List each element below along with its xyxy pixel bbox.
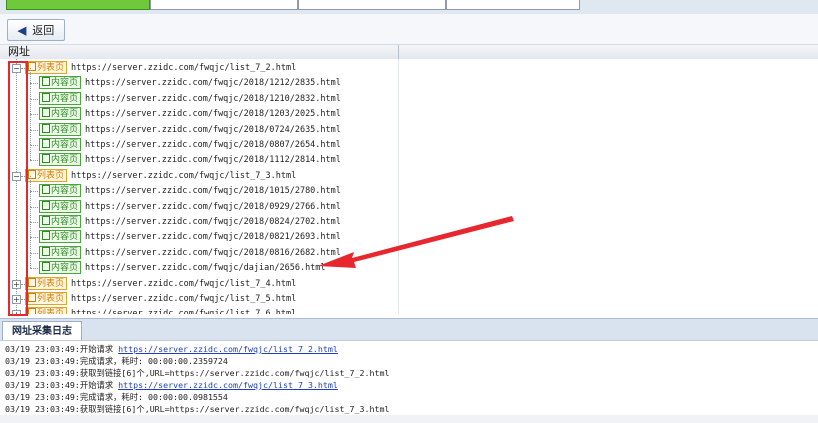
- log-text: 03/19 23:03:49:完成请求，耗时: 00:00:00.0981554: [5, 392, 228, 402]
- log-tab-bar: 网址采集日志: [0, 318, 818, 341]
- log-line: 03/19 23:03:49:获取到链接[6]个,URL=https://ser…: [5, 367, 389, 379]
- log-text: 03/19 23:03:49:完成请求，耗时: 00:00:00.2359724: [5, 356, 228, 366]
- log-line: 03/19 23:03:49:完成请求，耗时: 00:00:00.0981554: [5, 391, 228, 403]
- horizontal-scrollbar[interactable]: [0, 415, 818, 423]
- log-link[interactable]: https://server.zzidc.com/fwqjc/list_7_3.…: [118, 380, 338, 390]
- log-line: 03/19 23:03:49:开始请求 https://server.zzidc…: [5, 343, 338, 355]
- log-link[interactable]: https://server.zzidc.com/fwqjc/list_7_2.…: [118, 344, 338, 354]
- log-line: 03/19 23:03:49:获取到链接[6]个,URL=https://ser…: [5, 403, 389, 415]
- log-panel[interactable]: 03/19 23:03:49:开始请求 https://server.zzidc…: [0, 340, 818, 416]
- log-text: 03/19 23:03:49:开始请求: [5, 344, 119, 354]
- log-line: 03/19 23:03:49:完成请求，耗时: 00:00:00.2359724: [5, 355, 228, 367]
- log-text: 03/19 23:03:49:获取到链接[6]个,URL=https://ser…: [5, 404, 390, 414]
- log-line: 03/19 23:03:49:开始请求 https://server.zzidc…: [5, 379, 338, 391]
- log-text: 03/19 23:03:49:开始请求: [5, 380, 119, 390]
- log-text: 03/19 23:03:49:获取到链接[6]个,URL=https://ser…: [5, 368, 390, 378]
- tab-url-collection-log[interactable]: 网址采集日志: [2, 321, 82, 341]
